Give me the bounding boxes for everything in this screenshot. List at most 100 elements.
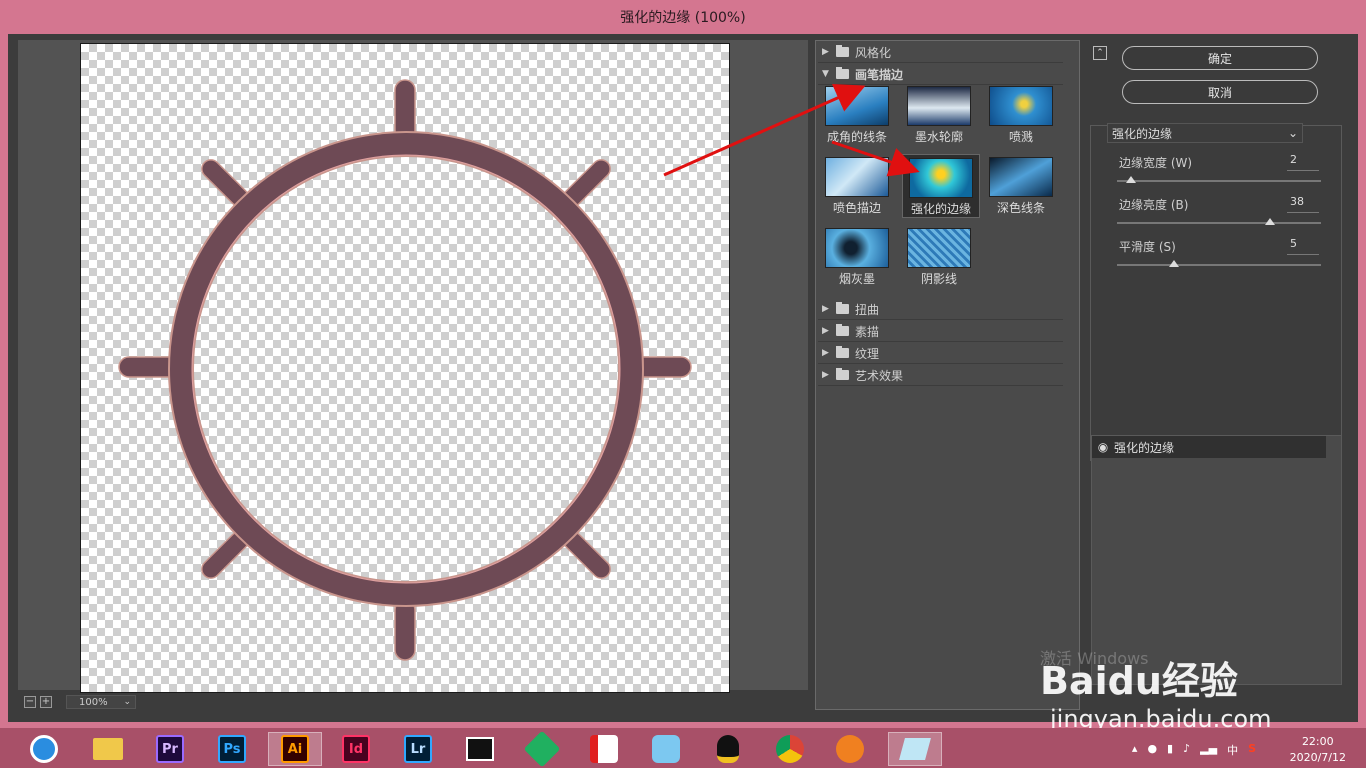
illustrator-taskbar-icon[interactable]: Ai: [268, 732, 322, 766]
thumb-label: 成角的线条: [826, 130, 887, 144]
chevron-down-icon: ⌄: [1287, 126, 1298, 140]
globe-icon: [30, 735, 58, 763]
smoothness-slider[interactable]: [1117, 260, 1321, 267]
thumb-label: 阴影线: [920, 272, 957, 286]
thumb-angled-strokes[interactable]: 成角的线条: [824, 86, 890, 144]
filter-gallery-window: 强化的边缘 (100%) − + 100% ⌄ ▶ 风格化 ▼ 画笔描边 成角的…: [0, 0, 1366, 733]
filter-group-texture[interactable]: ▶ 纹理: [818, 343, 1063, 364]
eye-icon[interactable]: ◉: [1092, 440, 1114, 454]
thumb-label: 烟灰墨: [838, 272, 875, 286]
baidu-logo: Baidu经验: [1040, 659, 1238, 703]
thumb-label: 强化的边缘: [910, 202, 971, 216]
lightroom-taskbar-icon[interactable]: Lr: [398, 732, 438, 766]
cloud-taskbar-icon[interactable]: [522, 730, 562, 768]
qq-tray-icon[interactable]: ●: [1147, 742, 1157, 758]
collapse-gallery-button[interactable]: ⌃: [1093, 46, 1107, 60]
ok-button[interactable]: 确定: [1122, 46, 1318, 70]
folder-icon: [836, 67, 849, 79]
zoom-out-button[interactable]: −: [24, 696, 36, 708]
bird-taskbar-icon[interactable]: [646, 732, 686, 766]
filter-select[interactable]: 强化的边缘 ⌄: [1107, 123, 1303, 143]
film-icon: [466, 737, 494, 761]
settings-panel: ⌃ 确定 取消 强化的边缘 ⌄ 边缘宽度 (W) 2 边缘亮度 (B) 38 平滑…: [1090, 40, 1350, 710]
ime-indicator[interactable]: 中: [1227, 742, 1238, 758]
zoom-in-button[interactable]: +: [40, 696, 52, 708]
folder-icon: [836, 45, 849, 57]
filter-group-artistic[interactable]: ▶ 艺术效果: [818, 365, 1063, 386]
group-label: 素描: [855, 324, 880, 339]
notes-taskbar-icon[interactable]: [888, 732, 942, 766]
fox-taskbar-icon[interactable]: [830, 732, 870, 766]
premiere-taskbar-icon[interactable]: Pr: [150, 732, 190, 766]
thumb-spatter[interactable]: 喷溅: [988, 86, 1054, 144]
group-label: 艺术效果: [855, 368, 904, 383]
folder-icon: [836, 324, 849, 336]
collapsed-triangle-icon: ▶: [822, 304, 829, 314]
filter-group-stylize[interactable]: ▶ 风格化: [818, 42, 1063, 63]
slider-knob[interactable]: [1169, 260, 1180, 267]
clock-date: 2020/7/12: [1289, 751, 1346, 764]
indesign-taskbar-icon[interactable]: Id: [336, 732, 376, 766]
chevron-up-icon[interactable]: ▴: [1132, 742, 1138, 758]
thumb-label: 深色线条: [996, 201, 1045, 215]
clock[interactable]: 22:00 2020/7/12: [1290, 734, 1346, 766]
sogou-icon[interactable]: S: [1248, 742, 1256, 758]
premiere-icon: Pr: [156, 735, 184, 763]
network-icon[interactable]: ▮: [1167, 742, 1173, 758]
qq-taskbar-icon[interactable]: [708, 732, 748, 766]
volume-icon[interactable]: ♪: [1183, 742, 1190, 758]
edge-brightness-input[interactable]: 38: [1287, 195, 1319, 213]
filter-group-sketch[interactable]: ▶ 素描: [818, 321, 1063, 342]
filter-group-brush-strokes[interactable]: ▼ 画笔描边: [818, 64, 1063, 85]
thumb-crosshatch[interactable]: 阴影线: [906, 228, 972, 286]
app-icon: [590, 735, 618, 763]
edge-brightness-slider[interactable]: [1117, 218, 1321, 225]
effect-layer-label: 强化的边缘: [1114, 440, 1175, 455]
slider-knob[interactable]: [1126, 176, 1137, 183]
thumb-image: [909, 158, 973, 198]
filter-list: ▶ 风格化 ▼ 画笔描边 成角的线条 墨水轮廓 喷溅 喷色描边 强化的边缘 深色线条: [815, 40, 1080, 710]
expanded-triangle-icon: ▼: [822, 69, 829, 79]
smoothness-input[interactable]: 5: [1287, 237, 1319, 255]
edge-width-input[interactable]: 2: [1287, 153, 1319, 171]
thumb-image: [989, 86, 1053, 126]
explorer-taskbar-icon[interactable]: [88, 732, 128, 766]
edge-brightness-label: 边缘亮度 (B): [1119, 198, 1189, 212]
chevron-down-icon: ⌄: [123, 697, 131, 707]
edge-width-slider[interactable]: [1117, 176, 1321, 183]
thumb-sprayed-strokes[interactable]: 喷色描边: [824, 157, 890, 215]
filter-group-distort[interactable]: ▶ 扭曲: [818, 299, 1063, 320]
diamond-icon: [523, 730, 561, 768]
thumb-accented-edges[interactable]: 强化的边缘: [902, 154, 980, 218]
chrome-taskbar-icon[interactable]: [770, 732, 810, 766]
zoom-select[interactable]: 100% ⌄: [66, 695, 136, 709]
thumb-ink-outlines[interactable]: 墨水轮廓: [906, 86, 972, 144]
lightroom-icon: Lr: [404, 735, 432, 763]
thumb-dark-strokes[interactable]: 深色线条: [988, 157, 1054, 215]
video-taskbar-icon[interactable]: [460, 732, 500, 766]
collapsed-triangle-icon: ▶: [822, 47, 829, 57]
effect-layer-row[interactable]: ◉ 强化的边缘: [1092, 436, 1326, 458]
photoshop-taskbar-icon[interactable]: Ps: [212, 732, 252, 766]
thumb-sumi-e[interactable]: 烟灰墨: [824, 228, 890, 286]
thumb-label: 喷色描边: [832, 201, 881, 215]
signal-icon[interactable]: ▂▄: [1200, 742, 1217, 758]
collapsed-triangle-icon: ▶: [822, 370, 829, 380]
zoom-bar: − + 100% ⌄: [24, 694, 136, 710]
window-title: 强化的边缘 (100%): [620, 10, 746, 26]
group-label: 纹理: [855, 346, 880, 361]
app-taskbar-icon[interactable]: [584, 732, 624, 766]
thumb-image: [825, 86, 889, 126]
slider-knob[interactable]: [1265, 218, 1275, 225]
preview-canvas[interactable]: [80, 43, 730, 693]
cancel-button[interactable]: 取消: [1122, 80, 1318, 104]
thumb-image: [907, 228, 971, 268]
folder-icon: [93, 738, 123, 760]
browser-taskbar-icon[interactable]: [24, 732, 64, 766]
group-label: 扭曲: [855, 302, 880, 317]
taskbar: Pr Ps Ai Id Lr ▴ ● ▮ ♪ ▂▄ 中 S 22:00 2020…: [0, 728, 1366, 768]
folder-icon: [836, 346, 849, 358]
bird-icon: [652, 735, 680, 763]
thumb-image: [825, 228, 889, 268]
filter-select-value: 强化的边缘: [1112, 126, 1173, 141]
